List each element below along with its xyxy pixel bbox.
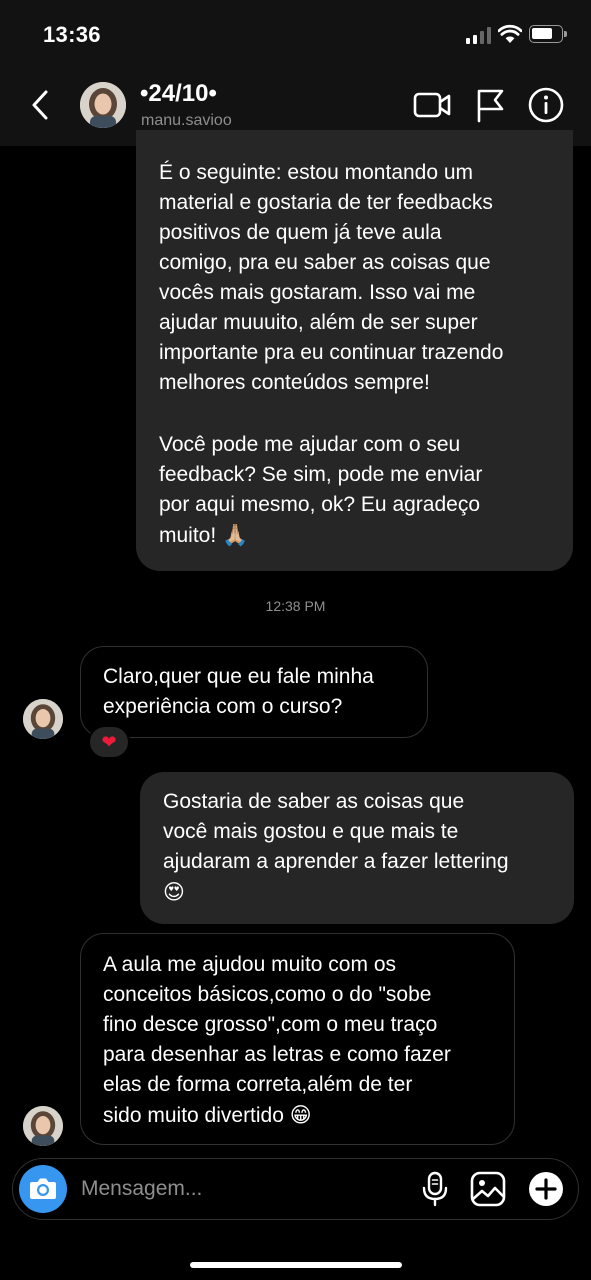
home-indicator[interactable] — [190, 1262, 402, 1268]
video-call-icon[interactable] — [412, 88, 452, 122]
outgoing-message[interactable]: É o seguinte: estou montando um material… — [136, 130, 573, 571]
incoming-message[interactable]: A aula me ajudou muito com os conceitos … — [80, 933, 515, 1145]
wifi-icon — [498, 24, 522, 43]
message-text: Claro,quer que eu fale minha experiência… — [103, 665, 374, 718]
message-paragraph: É o seguinte: estou montando um material… — [159, 161, 504, 394]
camera-button[interactable] — [19, 1165, 67, 1213]
flag-icon[interactable] — [474, 87, 506, 123]
chat-title[interactable]: •24/10• — [140, 80, 217, 108]
back-chevron-icon[interactable] — [24, 86, 58, 124]
heart-eyes-emoji-icon: 😍 — [163, 880, 185, 904]
grinning-emoji-icon: 😁 — [289, 1103, 312, 1127]
info-icon[interactable] — [527, 86, 565, 124]
outgoing-message[interactable]: Gostaria de saber as coisas que você mai… — [140, 772, 574, 924]
message-paragraph: Você pode me ajudar com o seu feedback? … — [159, 433, 483, 547]
message-input[interactable] — [81, 1169, 401, 1209]
message-composer — [12, 1158, 579, 1220]
avatar[interactable] — [80, 82, 126, 128]
message-text: A aula me ajudou muito com os conceitos … — [103, 953, 451, 1127]
avatar[interactable] — [23, 1106, 63, 1146]
heart-reaction-icon[interactable]: ❤ — [88, 725, 130, 759]
cellular-signal-icon — [466, 27, 492, 44]
pray-emoji-icon: 🙏🏼 — [222, 523, 249, 547]
chat-username[interactable]: manu.savioo — [141, 112, 232, 130]
message-timestamp: 12:38 PM — [265, 598, 326, 614]
message-text: Gostaria de saber as coisas que você mai… — [163, 790, 509, 873]
status-bar: 13:36 — [0, 0, 591, 70]
avatar[interactable] — [23, 699, 63, 739]
gallery-icon[interactable] — [470, 1171, 506, 1207]
battery-icon — [529, 25, 567, 43]
incoming-message[interactable]: Claro,quer que eu fale minha experiência… — [80, 646, 428, 738]
microphone-icon[interactable] — [421, 1171, 449, 1207]
status-time: 13:36 — [43, 22, 101, 47]
plus-icon — [535, 1178, 557, 1200]
camera-icon — [30, 1178, 56, 1199]
plus-button[interactable] — [529, 1172, 563, 1206]
